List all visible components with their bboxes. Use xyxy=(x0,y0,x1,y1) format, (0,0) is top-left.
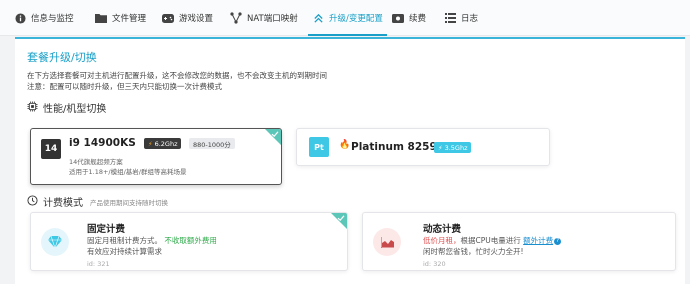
tab-nat-port-mapping[interactable]: NAT端口映射 xyxy=(230,0,298,36)
cpu-description: 14代旗舰超频方案 xyxy=(69,158,123,166)
cpu-name: i9 14900KS xyxy=(69,137,136,149)
help-icon[interactable]: ? xyxy=(554,237,562,245)
score-badge: 880-1000分 xyxy=(189,138,235,149)
tab-logs[interactable]: 日志 xyxy=(444,0,478,36)
tab-label: 日志 xyxy=(461,14,479,24)
frequency-value: 3.5Ghz xyxy=(444,143,468,152)
billing-highlight: 低价月租， xyxy=(423,236,461,245)
tab-renew[interactable]: 续费 xyxy=(392,0,426,36)
tab-label: 游戏设置 xyxy=(179,14,214,24)
tab-file-manager[interactable]: 文件管理 xyxy=(95,0,146,36)
page-description: 在下方选择套餐可对主机进行配置升级，这不会修改您的数据，也不会改变主机的到期时间 xyxy=(27,71,327,80)
billing-desc-mid: 根据CPU电量进行 xyxy=(460,236,521,245)
double-chevron-up-icon xyxy=(312,12,324,24)
billing-desc-prefix: 固定月租制计费方式。 xyxy=(87,236,162,245)
tab-label: 续费 xyxy=(409,14,427,24)
billing-desc-line2: 闲时帮您省钱，忙时火力全开! xyxy=(423,247,524,256)
billing-desc-line2: 有效应对持续计算需求 xyxy=(87,247,162,256)
cpu-option-i9-14900ks[interactable]: 14 i9 14900KS ⚡ 6.2Ghz 880-1000分 14代旗舰超频… xyxy=(30,128,282,185)
chart-icon xyxy=(373,228,401,256)
tab-label: 信息与监控 xyxy=(31,14,74,24)
ticket-icon xyxy=(392,12,404,24)
frequency-value: 6.2Ghz xyxy=(154,139,178,148)
billing-title: 固定计费 xyxy=(87,224,126,235)
billing-highlight: 不收取额外费用 xyxy=(164,236,217,245)
info-icon xyxy=(14,12,26,24)
tab-game-settings[interactable]: 游戏设置 xyxy=(162,0,213,36)
check-icon xyxy=(337,215,345,222)
page-title: 套餐升级/切换 xyxy=(27,51,97,64)
tab-bar: 信息与监控 文件管理 游戏设置 NAT端口映射 升级/变更配置 续费 日志 xyxy=(0,0,690,36)
extra-billing-link[interactable]: 额外计费 xyxy=(523,236,553,245)
page-note: 注意：配置可以随时升级，但三天内只能切换一次计费模式 xyxy=(27,82,222,91)
bolt-icon: ⚡ xyxy=(148,139,153,148)
bolt-icon: ⚡ xyxy=(438,143,443,152)
gem-icon xyxy=(41,228,69,256)
tab-label: 文件管理 xyxy=(112,14,147,24)
billing-option-dynamic[interactable]: 动态计费 低价月租，根据CPU电量进行 额外计费? 闲时帮您省钱，忙时火力全开!… xyxy=(362,212,676,271)
network-icon xyxy=(230,12,242,24)
billing-section-header: 计费模式 产品使用期间支持随时切换 xyxy=(27,194,168,209)
tab-label: 升级/变更配置 xyxy=(329,14,383,24)
section-subtitle: 产品使用期间支持随时切换 xyxy=(90,198,168,207)
performance-section-header: 性能/机型切换 xyxy=(27,100,106,115)
upgrade-panel: 套餐升级/切换 在下方选择套餐可对主机进行配置升级，这不会修改您的数据，也不会改… xyxy=(15,37,685,284)
cpu-icon xyxy=(27,100,38,115)
frequency-badge: ⚡ 6.2Ghz xyxy=(144,138,182,149)
billing-id: id: 321 xyxy=(87,260,110,268)
fire-icon: 🔥 xyxy=(339,140,351,150)
gamepad-icon xyxy=(162,12,174,24)
folder-icon xyxy=(95,12,107,24)
cpu-name: Platinum 8259cl xyxy=(351,141,447,153)
section-title: 计费模式 xyxy=(43,198,83,209)
billing-title: 动态计费 xyxy=(423,224,462,235)
tab-upgrade-config[interactable]: 升级/变更配置 xyxy=(308,0,387,36)
section-title: 性能/机型切换 xyxy=(43,104,107,115)
clock-icon xyxy=(27,194,38,209)
cpu-use-case: 适用于1.18+/模组/基岩/群组等高耗场景 xyxy=(69,168,187,176)
billing-id: id: 320 xyxy=(423,260,446,268)
cpu-chip-badge: 14 xyxy=(41,139,61,159)
cpu-option-platinum-8259cl[interactable]: Pt 🔥 Platinum 8259cl ⚡ 3.5Ghz xyxy=(296,128,550,166)
tab-label: NAT端口映射 xyxy=(247,14,298,24)
billing-desc: 低价月租，根据CPU电量进行 额外计费? xyxy=(423,235,562,246)
frequency-badge: ⚡ 3.5Ghz xyxy=(434,142,472,153)
tab-info-monitor[interactable]: 信息与监控 xyxy=(14,0,74,36)
cpu-chip-badge: Pt xyxy=(309,137,329,157)
billing-option-fixed[interactable]: 固定计费 固定月租制计费方式。 不收取额外费用 有效应对持续计算需求 id: 3… xyxy=(30,212,348,271)
check-icon xyxy=(271,131,279,138)
billing-desc: 固定月租制计费方式。 不收取额外费用 xyxy=(87,235,217,246)
list-icon xyxy=(444,12,456,24)
